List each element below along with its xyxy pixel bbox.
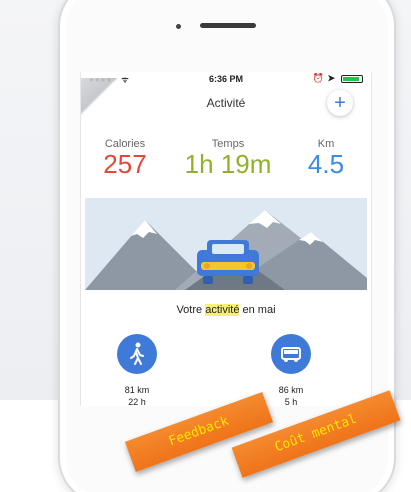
stat-km-value: 4.5	[307, 149, 345, 179]
summary-highlight: activité	[205, 304, 240, 316]
stat-time: Temps 1h 19m	[173, 138, 283, 180]
activity-illustration	[85, 198, 367, 290]
alarm-icon: ⏰	[312, 73, 324, 83]
walking-duration: 22 h	[128, 397, 146, 406]
speaker-icon	[200, 23, 256, 28]
walking-stats: 81 km 22 h	[107, 384, 167, 406]
stat-calories: Calories 257	[95, 138, 155, 180]
stage: ●●●●○ ᯤ 6:36 PM ⏰ ➤ Activité + Calories …	[0, 0, 411, 492]
summary-suffix: en mai	[239, 304, 276, 316]
location-icon: ➤	[327, 73, 335, 83]
walking-button[interactable]	[117, 334, 157, 374]
car-duration: 5 h	[284, 397, 298, 406]
walking-icon	[130, 342, 144, 365]
car-icon	[281, 347, 301, 362]
walking-distance: 81 km	[124, 385, 150, 395]
car-distance: 86 km	[278, 385, 304, 395]
stat-time-value: 1h 19m	[184, 149, 272, 179]
car-stats: 86 km 5 h	[261, 384, 321, 406]
status-bar: ●●●●○ ᯤ 6:36 PM ⏰ ➤	[81, 72, 371, 86]
mountain-car-illustration	[85, 198, 367, 290]
summary-prefix: Votre	[176, 304, 206, 316]
add-button[interactable]: +	[327, 90, 353, 116]
app-screen: ●●●●○ ᯤ 6:36 PM ⏰ ➤ Activité + Calories …	[80, 72, 372, 406]
car-button[interactable]	[271, 334, 311, 374]
stat-calories-value: 257	[103, 149, 147, 179]
sensor-icon	[176, 24, 181, 29]
stat-km: Km 4.5	[293, 138, 359, 180]
summary-text: Votre activité en mai	[81, 304, 371, 316]
battery-icon	[341, 75, 363, 83]
